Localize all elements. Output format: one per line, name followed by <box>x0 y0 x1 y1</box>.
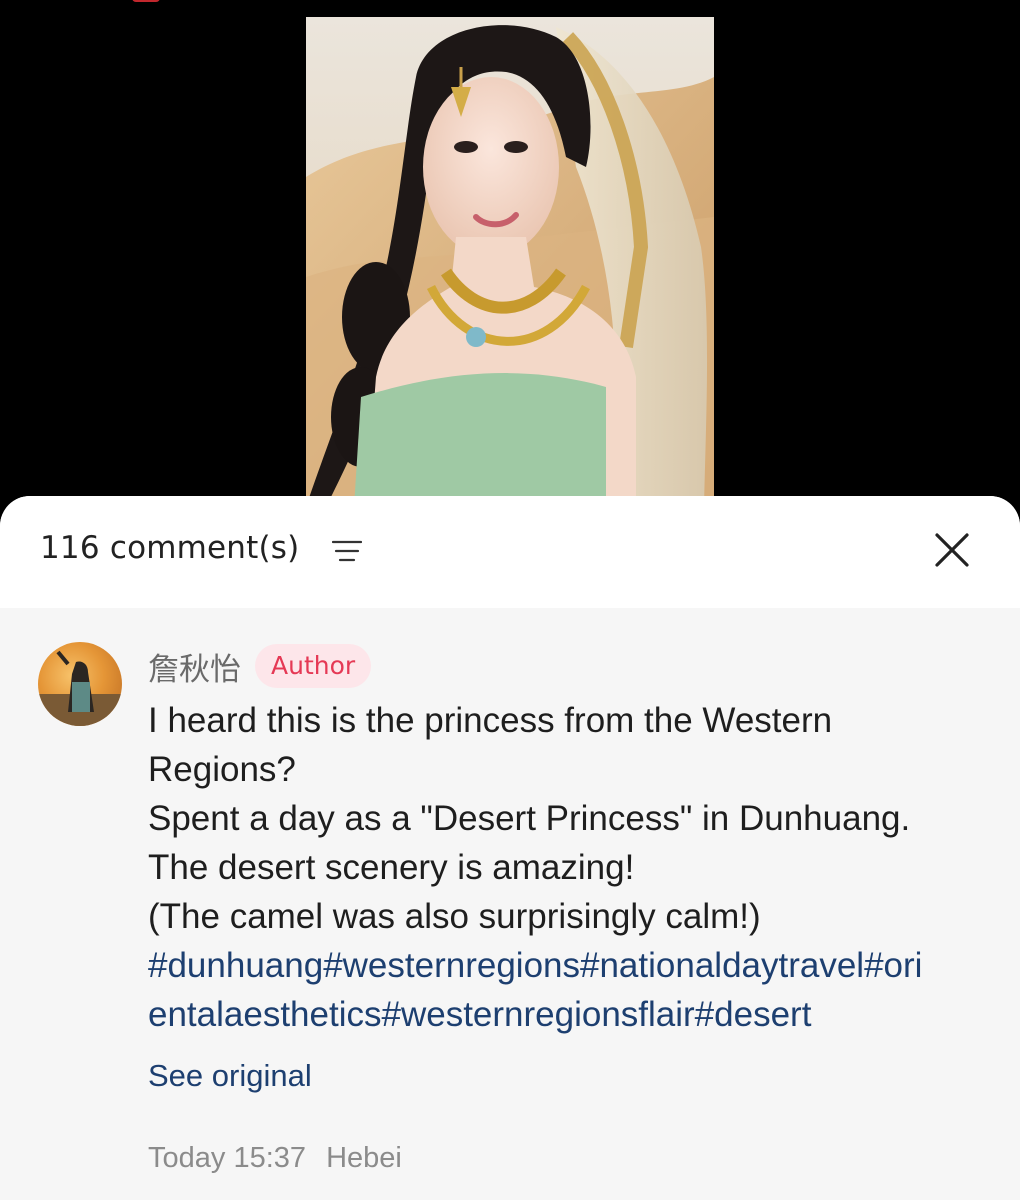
author-name[interactable]: 詹秋怡 <box>148 644 241 689</box>
red-indicator <box>132 0 160 2</box>
comments-sheet: 116 comment(s) 詹秋怡 Author I heard this i… <box>0 496 1020 1200</box>
avatar-image <box>38 650 122 726</box>
photo-illustration <box>306 17 714 507</box>
comment-line: (The camel was also surprisingly calm!) <box>148 897 761 936</box>
comment-time: Today 15:37 <box>148 1142 307 1174</box>
comment-author-row: 詹秋怡 Author <box>148 642 372 690</box>
close-icon[interactable] <box>928 526 976 574</box>
comment-count: 116 comment(s) <box>40 530 300 566</box>
avatar[interactable] <box>38 642 122 726</box>
sort-icon[interactable] <box>332 538 362 564</box>
hashtag-line[interactable]: entalaesthetics#westernregionsflair#dese… <box>148 990 988 1039</box>
comment-line: The desert scenery is amazing! <box>148 848 635 887</box>
see-original-link[interactable]: See original <box>148 1058 312 1094</box>
post-photo[interactable] <box>306 17 714 507</box>
comment-line: Regions? <box>148 750 296 789</box>
comment-location: Hebei <box>326 1142 402 1174</box>
app-screen: 116 comment(s) 詹秋怡 Author I heard this i… <box>0 0 1020 1200</box>
hashtag-line[interactable]: #dunhuang#westernregions#nationaldaytrav… <box>148 941 988 990</box>
comment-item: 詹秋怡 Author I heard this is the princess … <box>0 608 1020 1200</box>
comment-line: Spent a day as a "Desert Princess" in Du… <box>148 799 911 838</box>
comments-header: 116 comment(s) <box>0 496 1020 608</box>
comment-body: I heard this is the princess from the We… <box>148 696 988 1039</box>
comment-line: I heard this is the princess from the We… <box>148 701 833 740</box>
author-badge: Author <box>255 644 372 688</box>
comment-meta: Today 15:37 Hebei <box>148 1142 402 1175</box>
